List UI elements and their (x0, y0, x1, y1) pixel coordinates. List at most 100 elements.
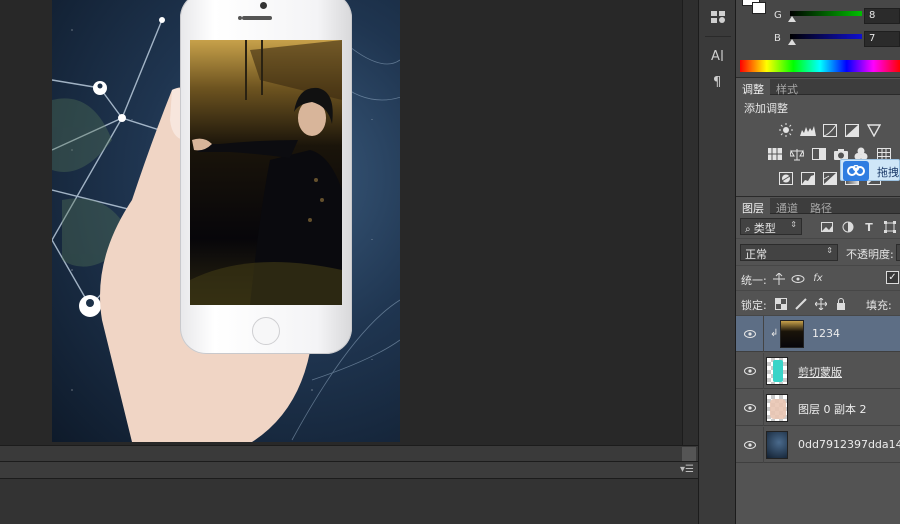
posterize-icon[interactable] (800, 171, 816, 185)
layer-filter-kind-dropdown[interactable]: ⌕ 类型 ⇕ (740, 218, 802, 235)
canvas-horizontal-scrollbar[interactable] (0, 445, 698, 461)
lock-transparent-icon[interactable] (774, 297, 788, 311)
visibility-column-divider (763, 390, 764, 426)
character-icon[interactable]: A (706, 44, 730, 66)
timeline-panel-body (0, 479, 698, 524)
green-channel-value[interactable]: 8 (864, 8, 900, 24)
lock-row: 锁定: 填充: (736, 292, 900, 316)
layer-name[interactable]: 1234 (812, 327, 840, 340)
phone-camera (260, 2, 267, 9)
blue-channel-value[interactable]: 7 (864, 31, 900, 47)
timeline-panel-header: ▾☰ (0, 461, 698, 479)
invert-icon[interactable] (778, 171, 794, 185)
unify-visibility-icon[interactable] (791, 272, 805, 286)
lock-position-icon[interactable] (814, 297, 828, 311)
unify-label: 统一: (741, 274, 767, 287)
tab-channels[interactable]: 通道 (770, 198, 804, 215)
propagate-frame-checkbox[interactable]: ✓ (886, 271, 899, 284)
tab-paths[interactable]: 路径 (804, 198, 838, 215)
baidu-drag-tooltip[interactable]: 拖拽 (840, 159, 900, 181)
visibility-eye-icon[interactable] (744, 365, 756, 375)
visibility-column-divider (763, 353, 764, 389)
opacity-field[interactable] (896, 244, 900, 261)
layer-filter-row: ⌕ 类型 ⇕ T (736, 215, 900, 239)
background-color-swatch[interactable] (752, 2, 766, 14)
color-balance-icon[interactable] (789, 147, 805, 161)
unify-style-icon[interactable]: fx (811, 271, 825, 285)
adjustment-filter-icon[interactable] (841, 220, 855, 234)
blend-mode-value: 正常 (745, 248, 767, 261)
layer-thumbnail (766, 394, 788, 422)
svg-text:A: A (711, 49, 720, 63)
phone-speaker (242, 16, 272, 20)
lock-label: 锁定: (741, 299, 767, 312)
paragraph-icon[interactable]: ¶ (706, 70, 730, 92)
visibility-column-divider (763, 316, 764, 352)
visibility-eye-icon[interactable] (744, 439, 756, 449)
tab-styles[interactable]: 样式 (770, 79, 804, 96)
blue-channel-slider[interactable] (790, 34, 862, 39)
unify-position-icon[interactable] (772, 272, 786, 286)
green-channel-slider[interactable] (790, 11, 862, 16)
phone-screen-photo (190, 40, 342, 305)
type-filter-icon[interactable]: T (862, 220, 876, 234)
canvas-vertical-scrollbar[interactable] (682, 0, 698, 445)
visibility-column-divider (763, 427, 764, 463)
brightness-contrast-icon[interactable] (778, 123, 794, 137)
filter-kind-value: 类型 (753, 222, 776, 235)
green-channel-label: G (774, 10, 782, 21)
visibility-eye-icon[interactable] (744, 402, 756, 412)
swatches-icon[interactable] (706, 6, 730, 28)
layer-thumbnail (766, 431, 788, 459)
layer-row[interactable]: ↲ 1234 (736, 316, 900, 352)
blend-mode-dropdown[interactable]: 正常 ⇕ (740, 244, 838, 261)
strip-divider (705, 36, 731, 37)
panel-menu-icon[interactable]: ▾☰ (680, 464, 694, 475)
shape-filter-icon[interactable] (883, 220, 897, 234)
tab-adjustments[interactable]: 调整 (736, 79, 770, 96)
tab-layers[interactable]: 图层 (736, 198, 770, 215)
lock-pixels-icon[interactable] (794, 297, 808, 311)
layer-name[interactable]: 图层 0 副本 2 (798, 401, 867, 417)
lock-all-icon[interactable] (834, 297, 848, 311)
blend-mode-row: 正常 ⇕ 不透明度: (736, 240, 900, 266)
layer-row[interactable]: 剪切蒙版 (736, 353, 900, 389)
svg-text:¶: ¶ (713, 75, 721, 89)
image-filter-icon[interactable] (820, 220, 834, 234)
drag-tooltip-text: 拖拽 (877, 166, 899, 179)
hue-saturation-icon[interactable] (767, 147, 783, 161)
color-panel: G 8 B 7 (736, 0, 900, 78)
layer-row[interactable]: 0dd7912397dda144c2 (736, 427, 900, 463)
adjustments-tabs: 调整 样式 (736, 79, 900, 96)
color-spectrum-ramp[interactable] (740, 60, 900, 72)
layer-thumbnail (780, 320, 804, 348)
dropdown-arrow-icon: ⇕ (790, 220, 797, 229)
blue-slider-thumb[interactable] (788, 39, 796, 45)
black-white-icon[interactable] (811, 147, 827, 161)
add-adjustment-title: 添加调整 (744, 102, 788, 115)
layers-panel-tabs: 图层 通道 路径 (736, 198, 900, 215)
canvas-artwork[interactable] (52, 0, 400, 442)
dropdown-arrow-icon: ⇕ (826, 246, 833, 255)
clipping-arrow-icon: ↲ (770, 328, 779, 339)
adjustments-panel: 调整 样式 添加调整 拖拽 (736, 79, 900, 197)
fill-label: 填充: (866, 299, 892, 312)
levels-icon[interactable] (800, 123, 816, 137)
threshold-icon[interactable] (822, 171, 838, 185)
layer-name[interactable]: 0dd7912397dda144c2 (798, 438, 900, 451)
layer-name[interactable]: 剪切蒙版 (798, 364, 842, 380)
document-canvas-area[interactable] (0, 0, 698, 445)
curves-icon[interactable] (822, 123, 838, 137)
blue-channel-label: B (774, 33, 781, 44)
layer-row[interactable]: 图层 0 副本 2 (736, 390, 900, 426)
green-slider-thumb[interactable] (788, 16, 796, 22)
visibility-eye-icon[interactable] (744, 328, 756, 338)
woman-figure-photo (190, 40, 342, 305)
search-icon: ⌕ (745, 224, 754, 235)
phone-mockup (180, 0, 352, 354)
collapsed-panel-strip: A ¶ (698, 0, 736, 524)
vibrance-icon[interactable] (866, 123, 882, 137)
opacity-label: 不透明度: (846, 248, 894, 261)
exposure-icon[interactable] (844, 123, 860, 137)
layer-thumbnail (766, 357, 788, 385)
